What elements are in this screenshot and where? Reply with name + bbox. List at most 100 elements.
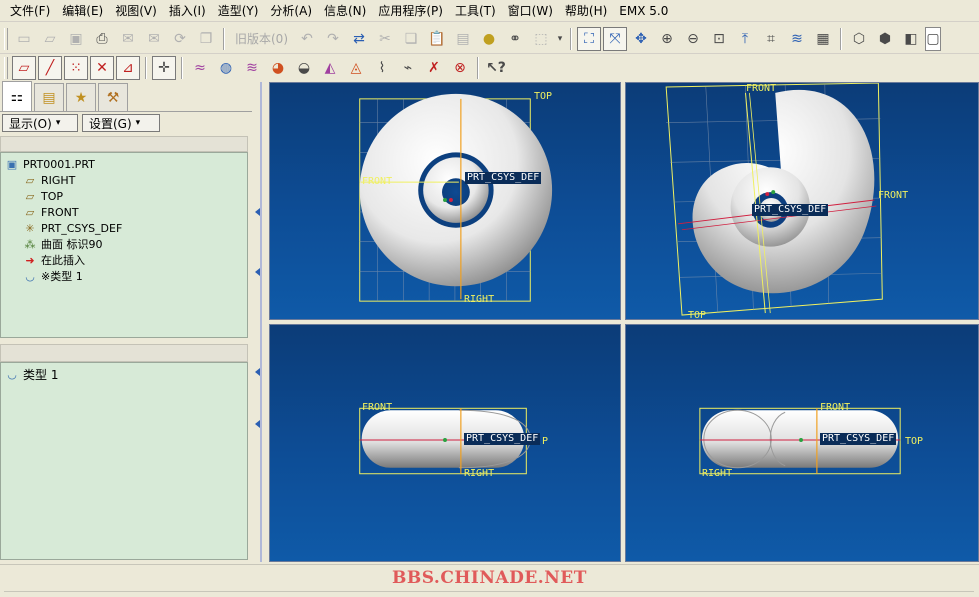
isophote-analysis-icon[interactable]: ≋ [240,56,264,80]
viewport-right[interactable]: FRONT RIGHT TOP PRT_CSYS_DEF [625,324,979,562]
settings-dropdown-button[interactable]: 设置(G) ▾ [82,114,160,132]
reflection-analysis-icon[interactable]: ◍ [214,56,238,80]
csys-display-icon[interactable]: ✕ [90,56,114,80]
slope-analysis-icon[interactable]: ◬ [344,56,368,80]
zoom-in-icon[interactable]: ⊕ [655,27,679,51]
viewport-isometric[interactable]: FRONT TOP FRONT PRT_CSYS_DEF [625,82,979,320]
datum-label-front[interactable]: FRONT [362,176,392,187]
no-hidden-icon[interactable]: ◧ [899,27,923,51]
menu-window[interactable]: 窗口(W) [502,1,559,21]
datum-label-right[interactable]: RIGHT [702,468,732,479]
menu-analysis[interactable]: 分析(A) [264,1,318,21]
datum-label-top[interactable]: TOP [905,436,923,447]
shading-icon[interactable]: ▢ [925,26,941,51]
cut-icon[interactable]: ✂ [373,27,397,51]
collapse-arrow-icon[interactable] [255,268,260,276]
regenerate-icon[interactable]: ⟳ [168,27,192,51]
regenerate-model-icon[interactable]: ⇄ [347,27,371,51]
datum-label-front[interactable]: FRONT [820,402,850,413]
panel-splitter[interactable] [252,82,266,562]
saved-views-icon[interactable]: ⌗ [759,27,783,51]
refit-icon[interactable]: ⊡ [707,27,731,51]
viewport-top[interactable]: TOP FRONT RIGHT PRT_CSYS_DEF [269,82,621,320]
draft-analysis-icon[interactable]: ◕ [266,56,290,80]
collapse-arrow-icon[interactable] [255,420,260,428]
send-mail-icon[interactable]: ✉ [116,27,140,51]
spin-center-display-icon[interactable]: ✛ [152,56,176,80]
menu-info[interactable]: 信息(N) [318,1,372,21]
paste-icon[interactable]: 📋 [425,27,449,51]
menu-view[interactable]: 视图(V) [109,1,163,21]
hide-analysis-icon[interactable]: ⊗ [448,56,472,80]
menu-help[interactable]: 帮助(H) [559,1,613,21]
menu-file[interactable]: 文件(F) [4,1,56,21]
menu-emx[interactable]: EMX 5.0 [613,1,674,21]
reorient-icon[interactable]: ⤒ [733,27,757,51]
datum-point-display-icon[interactable]: ⁙ [64,56,88,80]
dihedral-analysis-icon[interactable]: ⌁ [396,56,420,80]
view-manager-icon[interactable]: ▦ [811,27,835,51]
connections-tab-icon[interactable]: ⚒ [98,83,128,111]
menu-tools[interactable]: 工具(T) [449,1,502,21]
find-binoculars-icon[interactable]: ⚭ [503,27,527,51]
favorites-tab-icon[interactable]: ★ [66,83,96,111]
show-dropdown-button[interactable]: 显示(O) ▾ [2,114,78,132]
datum-label-right[interactable]: RIGHT [464,468,494,479]
csys-label[interactable]: PRT_CSYS_DEF [464,433,541,445]
tree-item-insert-here[interactable]: ➜ 在此插入 [1,252,247,268]
annotation-display-icon[interactable]: ⊿ [116,56,140,80]
csys-label[interactable]: PRT_CSYS_DEF [465,172,542,184]
chevron-down-icon[interactable]: ▾ [555,27,565,51]
toolbar-grip[interactable] [4,27,8,50]
new-file-icon[interactable]: ▭ [12,27,36,51]
datum-label-top[interactable]: TOP [688,310,706,319]
datum-plane-display-icon[interactable]: ▱ [12,56,36,80]
datum-label-top[interactable]: P [542,436,548,447]
paste-special-icon[interactable]: ▤ [451,27,475,51]
wireframe-icon[interactable]: ⬡ [847,27,871,51]
curvature-analysis-icon[interactable]: ≈ [188,56,212,80]
tree-item-style[interactable]: ◡ ※类型 1 [1,268,247,284]
datum-label-front[interactable]: FRONT [878,190,908,201]
menu-style[interactable]: 造型(Y) [212,1,265,21]
collapse-arrow-icon[interactable] [255,368,260,376]
menu-insert[interactable]: 插入(I) [163,1,212,21]
spin-center-icon[interactable]: ⤧ [603,26,627,51]
offset-analysis-icon[interactable]: ⌇ [370,56,394,80]
hidden-line-icon[interactable]: ⬢ [873,27,897,51]
menu-edit[interactable]: 编辑(E) [56,1,109,21]
collapse-arrow-icon[interactable] [255,208,260,216]
undo-icon[interactable]: ↶ [295,27,319,51]
menu-applications[interactable]: 应用程序(P) [372,1,449,21]
csys-label[interactable]: PRT_CSYS_DEF [820,433,897,445]
datum-label-front[interactable]: FRONT [746,83,776,94]
mail-attach-icon[interactable]: ✉ [142,27,166,51]
print-icon[interactable]: ⎙ [90,27,114,51]
context-help-icon[interactable]: ↖? [484,56,508,80]
datum-axis-display-icon[interactable]: ╱ [38,56,62,80]
layer-item-style[interactable]: ◡ 类型 1 [1,366,247,382]
revision-label[interactable]: 旧版本(0) [229,30,294,47]
save-icon[interactable]: ▣ [64,27,88,51]
orient-mode-icon[interactable]: ✥ [629,27,653,51]
copy-icon[interactable]: ❐ [194,27,218,51]
traffic-light-icon[interactable]: ● [477,27,501,51]
datum-label-front[interactable]: FRONT [362,402,392,413]
tree-item-top[interactable]: ▱ TOP [1,188,247,204]
datum-label-right[interactable]: RIGHT [464,294,494,305]
model-tree-tab-icon[interactable]: ⚏ [2,81,32,111]
tree-item-surface[interactable]: ⁂ 曲面 标识90 [1,236,247,252]
section-analysis-icon[interactable]: ◭ [318,56,342,80]
csys-label[interactable]: PRT_CSYS_DEF [752,204,829,216]
viewport-front[interactable]: FRONT RIGHT P PRT_CSYS_DEF [269,324,621,562]
tree-item-front[interactable]: ▱ FRONT [1,204,247,220]
datum-label-top[interactable]: TOP [534,91,552,102]
folder-browser-tab-icon[interactable]: ▤ [34,83,64,111]
tree-item-part[interactable]: ▣ PRT0001.PRT [1,156,247,172]
redo-icon[interactable]: ↷ [321,27,345,51]
zoom-out-icon[interactable]: ⊖ [681,27,705,51]
delete-analysis-icon[interactable]: ✗ [422,56,446,80]
tree-item-csys[interactable]: ✳ PRT_CSYS_DEF [1,220,247,236]
select-box-icon[interactable]: ⬚ [529,27,553,51]
toolbar-grip[interactable] [4,57,8,79]
